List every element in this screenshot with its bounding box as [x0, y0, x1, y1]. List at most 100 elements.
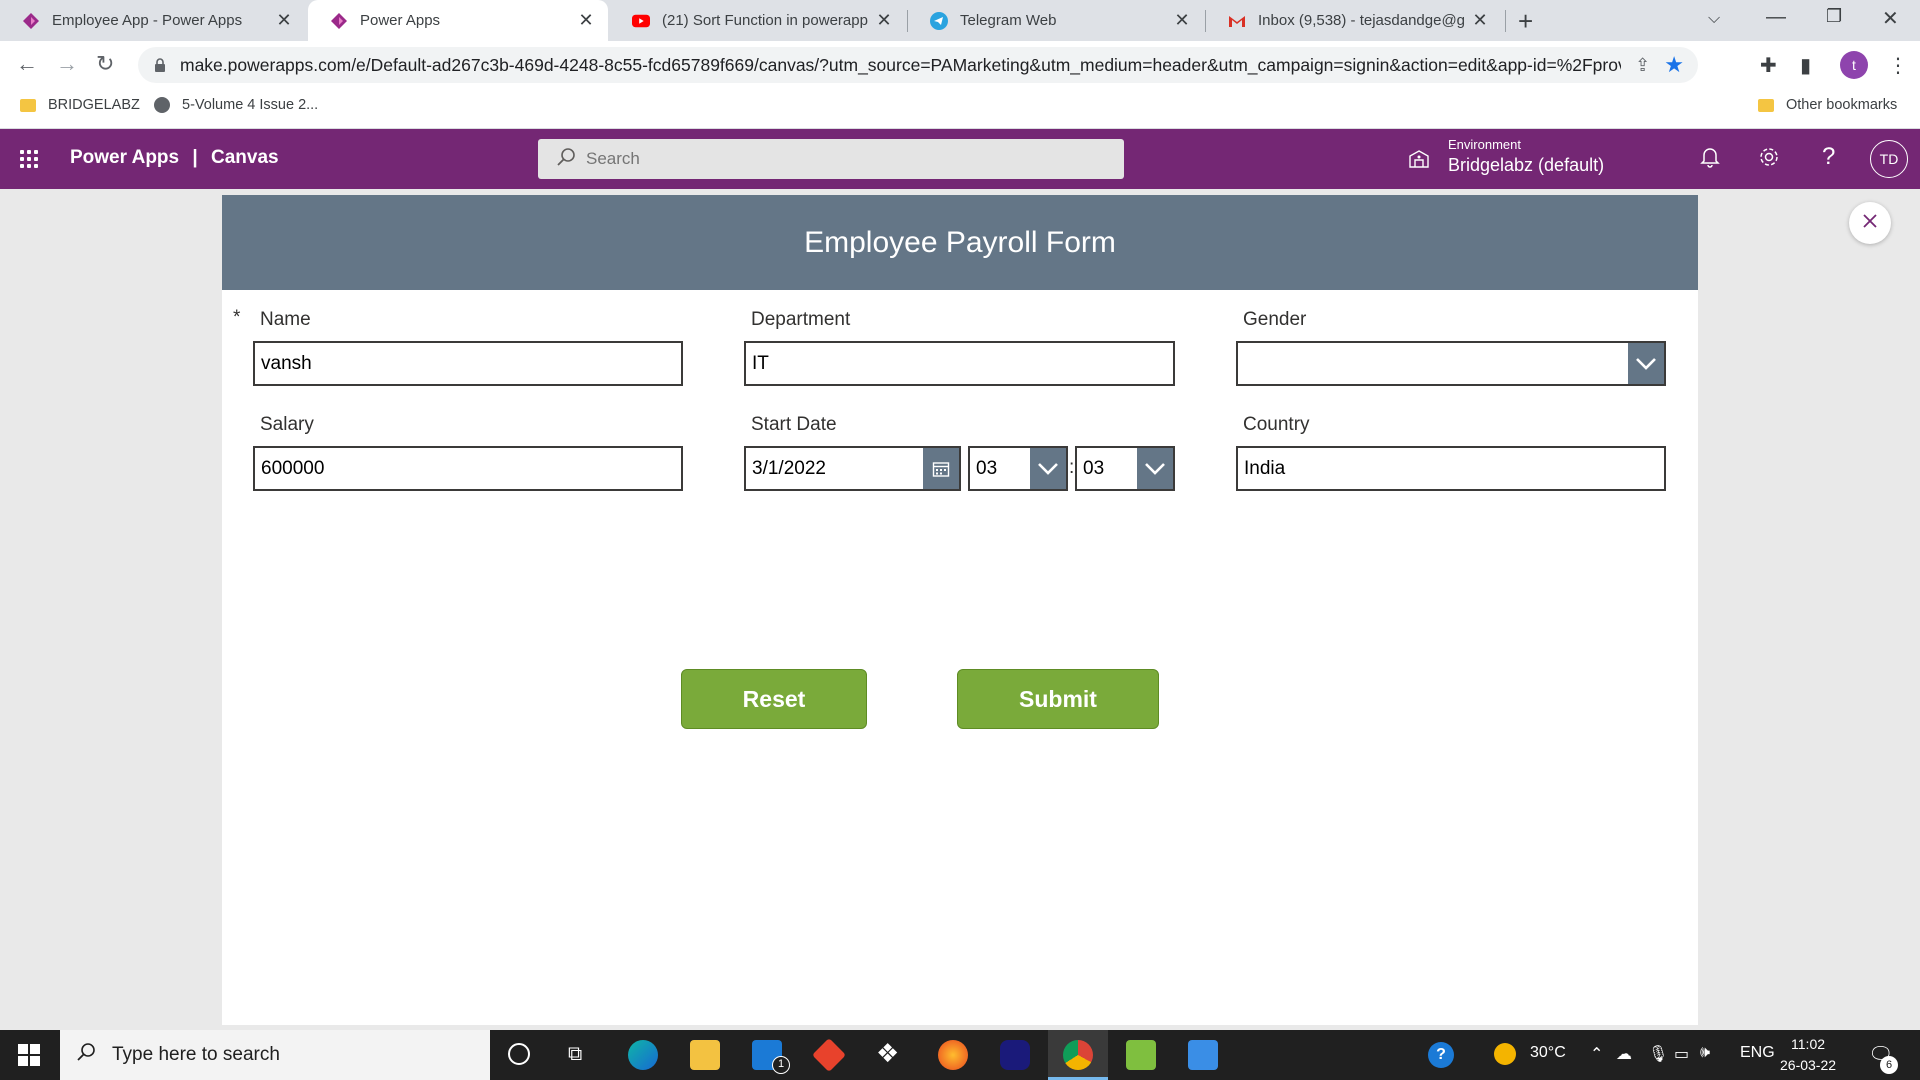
browser-tab-telegram[interactable]: Telegram Web ✕ — [908, 0, 1204, 41]
bookmark-volume[interactable]: 5-Volume 4 Issue 2... — [154, 97, 318, 113]
file-explorer-icon[interactable] — [690, 1040, 720, 1070]
new-tab-icon[interactable]: + — [1518, 6, 1533, 37]
brand-title[interactable]: Power Apps | Canvas — [70, 147, 279, 169]
submit-button[interactable]: Submit — [957, 669, 1159, 729]
other-bookmarks-label: Other bookmarks — [1786, 97, 1898, 113]
tab-title: Power Apps — [360, 12, 441, 29]
bookmark-label: BRIDGELABZ — [48, 97, 140, 113]
gender-dropdown[interactable] — [1236, 341, 1666, 386]
close-preview-button[interactable] — [1849, 202, 1891, 244]
task-view-icon[interactable]: ⧉ — [568, 1043, 582, 1066]
close-tab-icon[interactable]: ✕ — [578, 10, 594, 31]
photos-icon[interactable] — [1188, 1040, 1218, 1070]
start-hour-value: 03 — [976, 457, 998, 479]
brand-section: Canvas — [210, 147, 279, 168]
bookmarks-bar: BRIDGELABZ 5-Volume 4 Issue 2... Other b… — [0, 89, 1920, 129]
gender-label: Gender — [1243, 309, 1307, 330]
close-icon — [1862, 213, 1878, 234]
department-input[interactable]: IT — [744, 341, 1175, 386]
country-input[interactable]: India — [1236, 446, 1666, 491]
tab-title: Employee App - Power Apps — [52, 12, 243, 29]
global-search[interactable] — [538, 139, 1124, 179]
close-window-icon[interactable]: ✕ — [1882, 6, 1899, 31]
battery-icon[interactable]: ▭ — [1674, 1044, 1689, 1064]
chrome-icon[interactable] — [1063, 1040, 1093, 1070]
language-indicator[interactable]: ENG — [1740, 1044, 1775, 1062]
tab-separator — [1505, 10, 1506, 32]
name-value: vansh — [261, 352, 312, 374]
power-apps-icon — [330, 12, 348, 30]
name-input[interactable]: vansh — [253, 341, 683, 386]
extensions-icon[interactable]: ✚ — [1760, 53, 1777, 78]
webex-icon[interactable] — [1000, 1040, 1030, 1070]
salary-input[interactable]: 600000 — [253, 446, 683, 491]
chevron-down-icon[interactable] — [1030, 448, 1066, 489]
help-icon[interactable]: ? — [1822, 143, 1835, 171]
browser-tab-gmail[interactable]: Inbox (9,538) - tejasdandge@gm ✕ — [1206, 0, 1502, 41]
start-hour-dropdown[interactable]: 03 — [968, 446, 1068, 491]
environment-name[interactable]: Bridgelabz (default) — [1448, 155, 1604, 176]
firefox-icon[interactable] — [938, 1040, 968, 1070]
bookmark-star-icon[interactable]: ★ — [1664, 52, 1684, 78]
settings-gear-icon[interactable] — [1758, 146, 1780, 174]
browser-tab-employee-app[interactable]: Employee App - Power Apps ✕ — [0, 0, 306, 41]
taskbar-search-placeholder: Type here to search — [112, 1044, 280, 1065]
other-bookmarks[interactable]: Other bookmarks — [1758, 97, 1897, 113]
back-icon[interactable]: ← — [16, 51, 38, 77]
windows-start-icon[interactable] — [18, 1044, 40, 1071]
required-marker: * — [233, 307, 241, 328]
browser-tab-power-apps[interactable]: Power Apps ✕ — [308, 0, 608, 41]
close-tab-icon[interactable]: ✕ — [876, 10, 892, 31]
windows-taskbar: Type here to search ⧉ 1 ❖ ? 30°C ⌃ ☁ 🎙 ▭… — [0, 1030, 1920, 1080]
weather-icon[interactable] — [1494, 1043, 1516, 1065]
search-input[interactable] — [586, 149, 1086, 169]
start-date-label: Start Date — [751, 414, 837, 435]
form-title: Employee Payroll Form — [804, 225, 1116, 259]
dropbox-icon[interactable]: ❖ — [876, 1038, 906, 1068]
start-minute-dropdown[interactable]: 03 — [1075, 446, 1175, 491]
bookmark-bridgelabz[interactable]: BRIDGELABZ — [20, 97, 140, 113]
system-clock[interactable]: 11:02 26-03-22 — [1780, 1034, 1836, 1076]
browser-tab-youtube[interactable]: (21) Sort Function in powerapps ✕ — [610, 0, 906, 41]
notifications-bell-icon[interactable] — [1700, 146, 1720, 174]
app-launcher-icon[interactable] — [20, 150, 38, 168]
app-canvas: Employee Payroll Form * Name Department … — [222, 195, 1698, 1025]
edge-icon[interactable] — [628, 1040, 658, 1070]
close-tab-icon[interactable]: ✕ — [276, 10, 292, 31]
microphone-icon[interactable]: 🎙 — [1648, 1044, 1668, 1064]
calendar-icon[interactable] — [923, 448, 959, 489]
start-date-picker[interactable]: 3/1/2022 — [744, 446, 961, 491]
browser-tab-strip: Employee App - Power Apps ✕ Power Apps ✕… — [0, 0, 1920, 41]
side-panel-icon[interactable]: ▮ — [1800, 53, 1811, 78]
close-tab-icon[interactable]: ✕ — [1174, 10, 1190, 31]
address-bar[interactable]: make.powerapps.com/e/Default-ad267c3b-46… — [138, 47, 1698, 83]
reset-button[interactable]: Reset — [681, 669, 867, 729]
salary-label: Salary — [260, 414, 314, 435]
tab-search-chevron-icon[interactable]: ⌵ — [1708, 10, 1720, 28]
department-value: IT — [752, 352, 769, 374]
profile-avatar[interactable]: t — [1840, 51, 1868, 79]
taskbar-search[interactable]: Type here to search — [60, 1030, 490, 1080]
help-tray-icon[interactable]: ? — [1428, 1042, 1454, 1068]
chevron-down-icon[interactable] — [1137, 448, 1173, 489]
chevron-up-icon[interactable]: ⌃ — [1590, 1044, 1603, 1064]
close-tab-icon[interactable]: ✕ — [1472, 10, 1488, 31]
cortana-icon[interactable] — [508, 1043, 530, 1065]
browser-menu-icon[interactable]: ⋮ — [1888, 53, 1908, 78]
chevron-down-icon[interactable] — [1628, 343, 1664, 384]
reload-icon[interactable]: ↻ — [96, 51, 114, 77]
minimize-icon[interactable]: — — [1766, 6, 1786, 29]
environment-label: Environment — [1448, 137, 1521, 152]
anydesk-icon[interactable] — [812, 1038, 846, 1072]
url-text[interactable]: make.powerapps.com/e/Default-ad267c3b-46… — [180, 55, 1621, 76]
share-icon[interactable]: ⇪ — [1635, 55, 1650, 76]
country-label: Country — [1243, 414, 1310, 435]
notepad-icon[interactable] — [1126, 1040, 1156, 1070]
volume-icon[interactable]: 🕪 — [1700, 1044, 1710, 1062]
user-avatar[interactable]: TD — [1870, 140, 1908, 178]
temperature[interactable]: 30°C — [1530, 1044, 1566, 1062]
onedrive-icon[interactable]: ☁ — [1616, 1044, 1632, 1064]
restore-icon[interactable]: ❐ — [1826, 6, 1842, 27]
tab-title: (21) Sort Function in powerapps — [662, 12, 868, 29]
forward-icon[interactable]: → — [56, 51, 78, 77]
